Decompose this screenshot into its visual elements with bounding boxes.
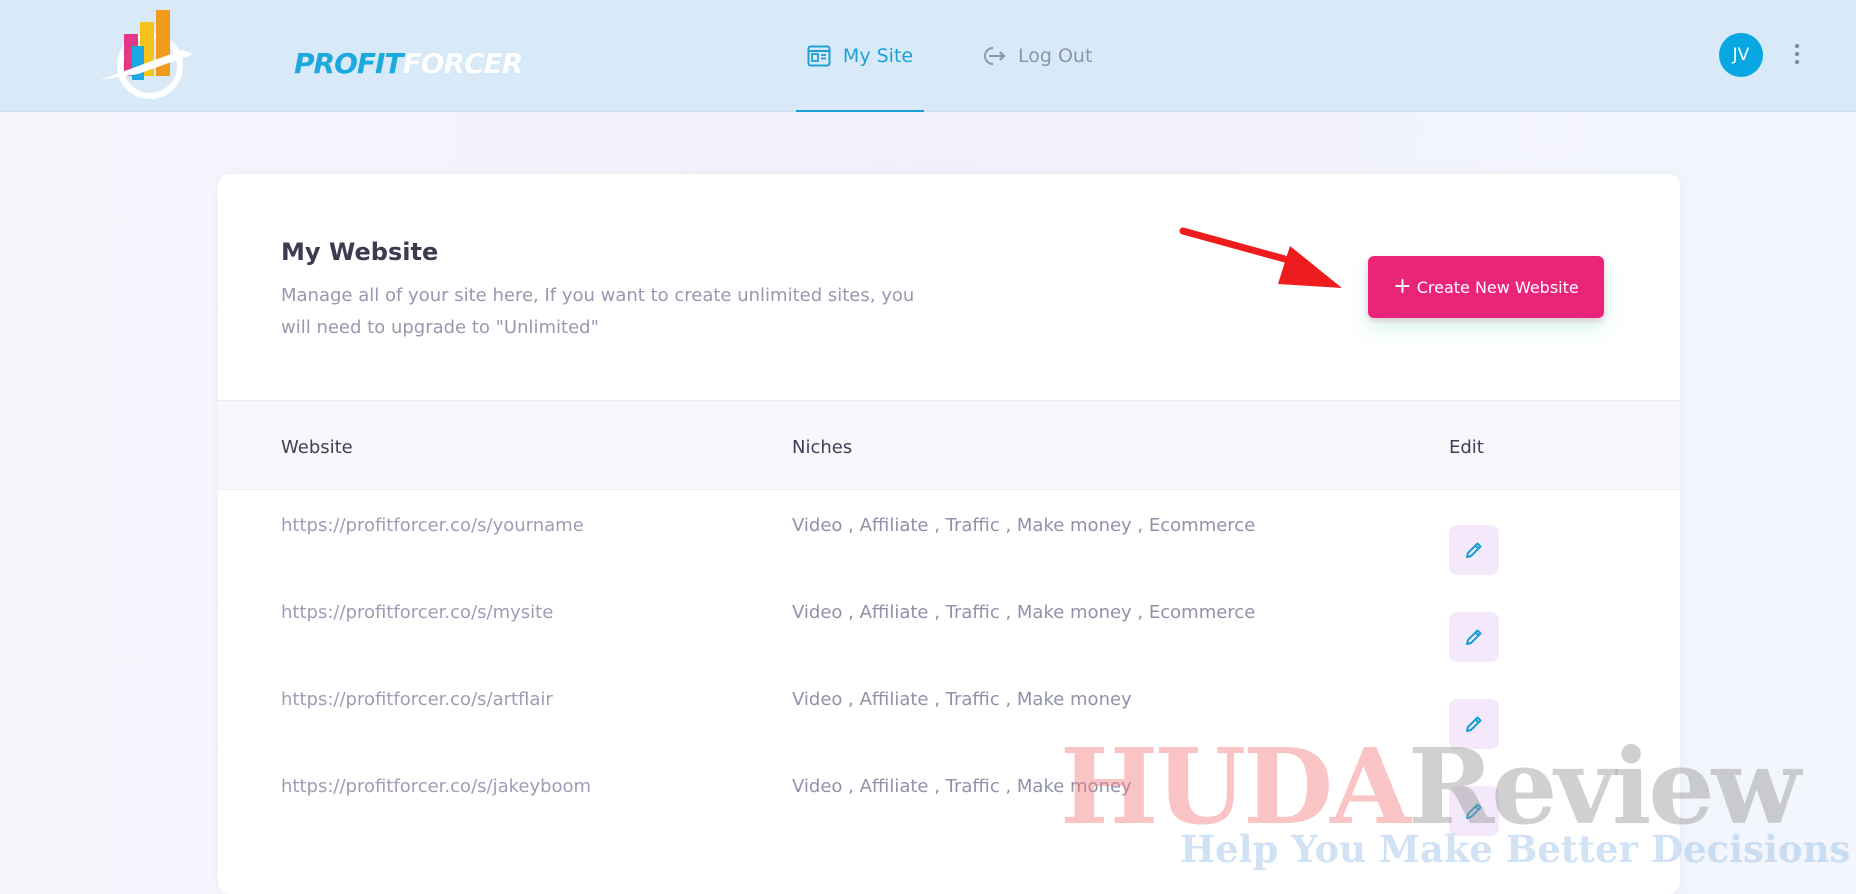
page-title: My Website [281,238,439,266]
column-header-website: Website [281,437,353,458]
website-url[interactable]: https://profitforcer.co/s/mysite [281,602,553,623]
nav-log-out-label: Log Out [1018,44,1093,67]
edit-button[interactable] [1449,525,1499,575]
user-avatar[interactable]: JV [1719,33,1763,77]
page-description: Manage all of your site here, If you wan… [281,285,915,338]
table-header: Website Niches Edit [218,400,1680,490]
niches-cell: Video , Affiliate , Traffic , Make money [792,776,1132,797]
kebab-menu-icon[interactable] [1790,44,1804,68]
niches-cell: Video , Affiliate , Traffic , Make money… [792,515,1256,536]
column-header-niches: Niches [792,437,853,458]
website-url[interactable]: https://profitforcer.co/s/artflair [281,689,553,710]
edit-button[interactable] [1449,699,1499,749]
edit-button[interactable] [1449,786,1499,836]
website-url[interactable]: https://profitforcer.co/s/jakeyboom [281,776,591,797]
newspaper-icon [807,45,831,66]
edit-button[interactable] [1449,612,1499,662]
table-row: https://profitforcer.co/s/yourname Video… [218,489,1680,576]
pencil-icon [1466,629,1482,645]
pencil-icon [1466,716,1482,732]
table-row: https://profitforcer.co/s/jakeyboom Vide… [218,750,1680,837]
logo-mark-icon [100,10,194,99]
logout-icon [984,46,1006,65]
pencil-icon [1466,542,1482,558]
red-arrow-annotation [1179,227,1342,288]
nav-my-site-label: My Site [842,44,914,67]
top-navigation-bar: PROFITFORCER My Site Log Out JV [0,0,1856,112]
website-url[interactable]: https://profitforcer.co/s/yourname [281,515,584,536]
logo-wordmark: PROFITFORCER [294,47,523,80]
niches-cell: Video , Affiliate , Traffic , Make money… [792,602,1256,623]
column-header-edit: Edit [1449,437,1484,458]
niches-cell: Video , Affiliate , Traffic , Make money [792,689,1132,710]
my-website-card: My Website Manage all of your site here,… [218,174,1680,894]
profitforcer-logo[interactable]: PROFITFORCER [98,10,523,102]
create-new-website-label: Create New Website [1416,277,1579,297]
create-new-website-button[interactable]: + Create New Website [1368,256,1604,318]
pencil-icon [1466,803,1482,819]
table-row: https://profitforcer.co/s/artflair Video… [218,663,1680,750]
nav-log-out[interactable]: Log Out [980,0,1092,111]
plus-icon: + [1393,274,1412,299]
nav-my-site[interactable]: My Site [796,0,924,112]
table-row: https://profitforcer.co/s/mysite Video ,… [218,576,1680,663]
